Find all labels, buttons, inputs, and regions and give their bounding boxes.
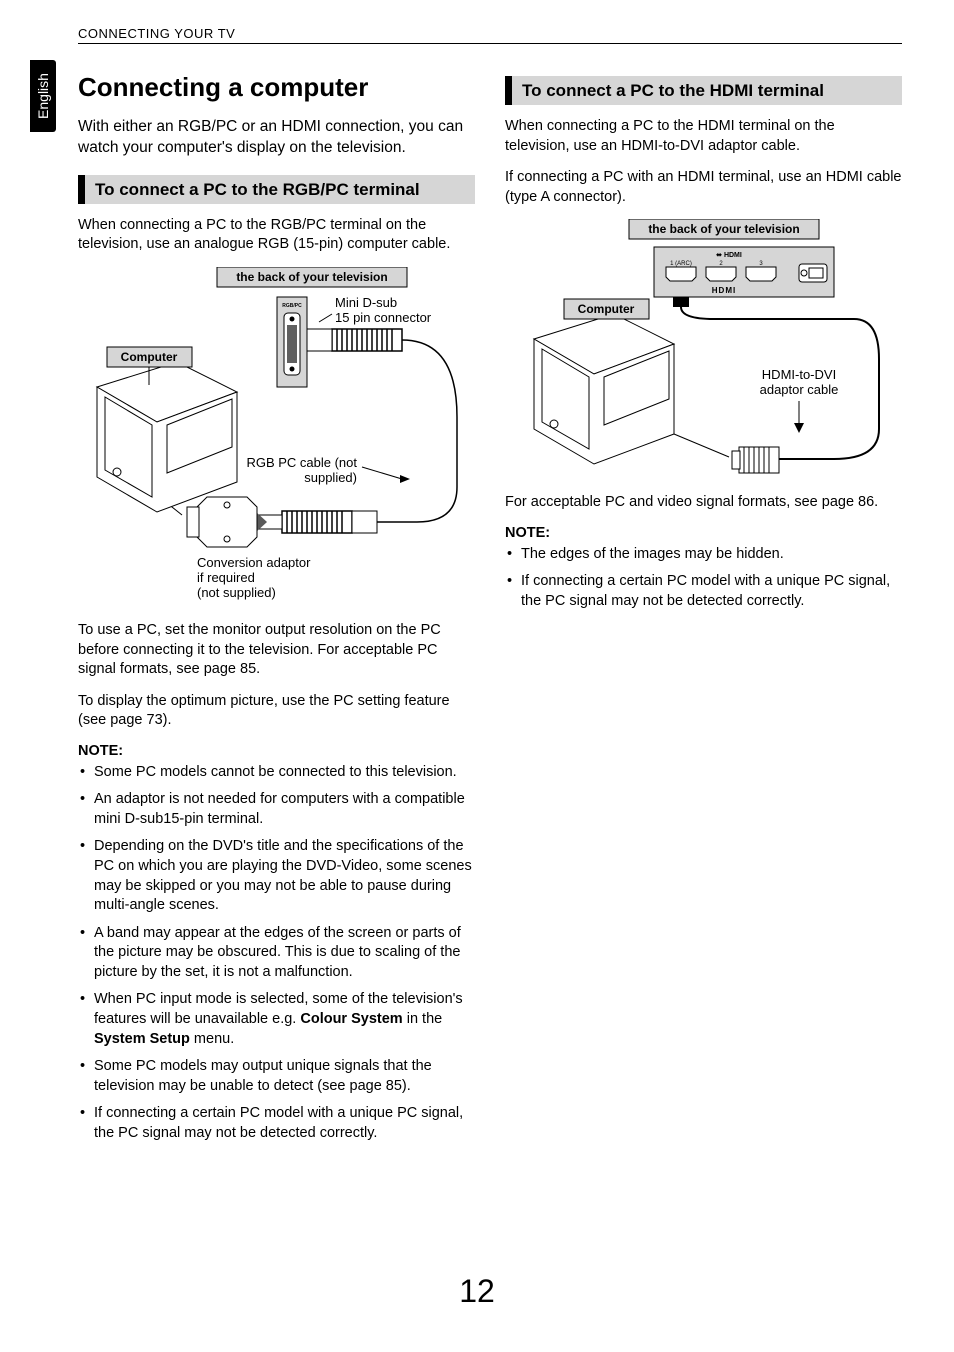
svg-text:⬌ HDMI: ⬌ HDMI <box>715 252 742 259</box>
diagram-hdmi-connection: the back of your television ⬌ HDMI 1 (AR… <box>514 219 894 479</box>
back-of-tv-label: the back of your television <box>236 270 387 284</box>
note-item: Some PC models cannot be connected to th… <box>78 763 475 783</box>
cable-label-r1: HDMI-to-DVI <box>761 367 835 382</box>
cable-label-r2: adaptor cable <box>759 382 838 397</box>
hdmi-paragraph-1: When connecting a PC to the HDMI termina… <box>505 117 902 156</box>
note-item: Depending on the DVD's title and the spe… <box>78 837 475 915</box>
subhead-rgb: To connect a PC to the RGB/PC terminal <box>78 175 475 204</box>
two-column-layout: Connecting a computer With either an RGB… <box>78 72 902 1151</box>
svg-text:1 (ARC): 1 (ARC) <box>670 261 692 267</box>
rgb-paragraph-1: When connecting a PC to the RGB/PC termi… <box>78 216 475 255</box>
language-tab: English <box>30 60 56 132</box>
note-heading-left: NOTE: <box>78 743 475 759</box>
note-item: When PC input mode is selected, some of … <box>78 990 475 1049</box>
cable-label-line1: RGB PC cable (not <box>246 455 357 470</box>
header-rule <box>78 43 902 44</box>
notes-list-right: The edges of the images may be hidden. If… <box>505 545 902 612</box>
computer-label: Computer <box>120 350 177 364</box>
note-item: The edges of the images may be hidden. <box>505 545 902 565</box>
subhead-hdmi: To connect a PC to the HDMI terminal <box>505 76 902 105</box>
notes-list-left: Some PC models cannot be connected to th… <box>78 763 475 1144</box>
back-of-tv-label-r: the back of your television <box>648 222 799 236</box>
laptop-icon <box>97 362 237 512</box>
running-header: CONNECTING YOUR TV <box>78 26 902 41</box>
connector-label-line1: Mini D-sub <box>335 295 397 310</box>
hdmi-paragraph-3: For acceptable PC and video signal forma… <box>505 493 902 513</box>
language-tab-label: English <box>35 73 51 119</box>
svg-text:RGB/PC: RGB/PC <box>282 303 302 309</box>
adaptor-label-2: if required <box>197 570 255 585</box>
note-item: A band may appear at the edges of the sc… <box>78 924 475 983</box>
left-column: Connecting a computer With either an RGB… <box>78 72 475 1151</box>
note-item: If connecting a certain PC model with a … <box>78 1104 475 1143</box>
note-item: Some PC models may output unique signals… <box>78 1057 475 1096</box>
page-number: 12 <box>0 1273 954 1310</box>
rgb-paragraph-2: To use a PC, set the monitor output reso… <box>78 621 475 680</box>
note-item: If connecting a certain PC model with a … <box>505 572 902 611</box>
intro-paragraph: With either an RGB/PC or an HDMI connect… <box>78 117 475 159</box>
page-content: CONNECTING YOUR TV Connecting a computer… <box>0 0 954 1151</box>
main-heading: Connecting a computer <box>78 72 475 103</box>
diagram-rgb-connection: the back of your television RGB/PC <box>87 267 467 607</box>
cable-label-line2: supplied) <box>304 470 357 485</box>
connector-label-line2: 15 pin connector <box>335 310 432 325</box>
hdmi-paragraph-2: If connecting a PC with an HDMI terminal… <box>505 168 902 207</box>
laptop-icon-r <box>534 314 674 464</box>
note-item: An adaptor is not needed for computers w… <box>78 790 475 829</box>
right-column: To connect a PC to the HDMI terminal Whe… <box>505 72 902 1151</box>
computer-label-r: Computer <box>577 302 634 316</box>
svg-text:HDMI: HDMI <box>711 286 735 295</box>
rgb-paragraph-3: To display the optimum picture, use the … <box>78 692 475 731</box>
note-heading-right: NOTE: <box>505 525 902 541</box>
adaptor-label-1: Conversion adaptor <box>197 555 311 570</box>
adaptor-label-3: (not supplied) <box>197 585 276 600</box>
